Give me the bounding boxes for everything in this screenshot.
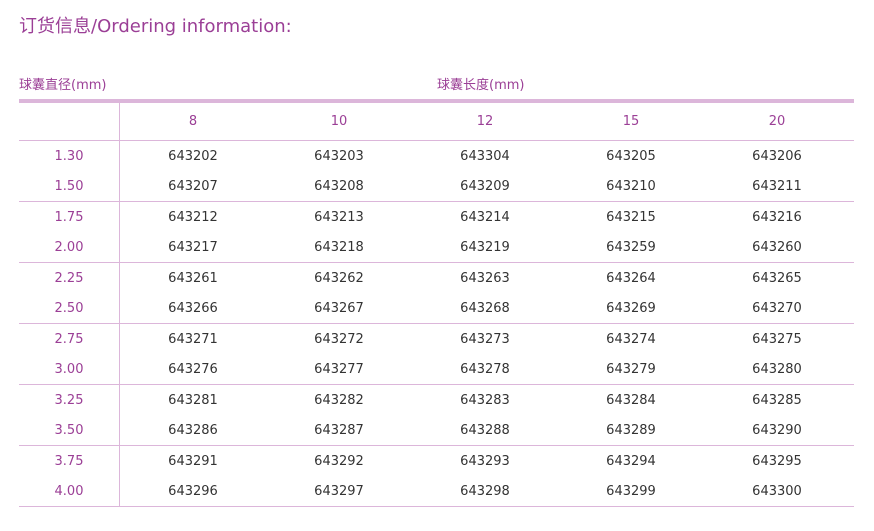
part-number-cell: 643296	[168, 483, 218, 499]
ordering-table: 8 10 12 15 20 1.30 643202 643203 643304 …	[19, 103, 854, 507]
part-number-cell: 643202	[168, 148, 218, 164]
part-number-cell: 643281	[168, 392, 218, 408]
page-title: 订货信息/Ordering information:	[19, 16, 292, 37]
length-label: 球囊长度(mm)	[437, 78, 525, 93]
table-row: 3.50 643286 643287 643288 643289 643290	[19, 415, 854, 446]
diameter-cell: 3.25	[19, 385, 120, 415]
part-number-cell: 643298	[460, 483, 510, 499]
diameter-cell: 1.75	[19, 202, 120, 232]
part-number-cell: 643280	[752, 361, 802, 377]
part-number-cell: 643261	[168, 270, 218, 286]
part-number-cell: 643219	[460, 239, 510, 255]
part-number-cell: 643207	[168, 178, 218, 194]
part-number-cell: 643264	[606, 270, 656, 286]
part-number-cell: 643291	[168, 453, 218, 469]
part-number-cell: 643211	[752, 178, 802, 194]
diameter-cell: 1.50	[19, 171, 120, 201]
part-number-cell: 643293	[460, 453, 510, 469]
part-number-cell: 643287	[314, 422, 364, 438]
part-number-cell: 643290	[752, 422, 802, 438]
diameter-label: 球囊直径(mm)	[19, 78, 107, 93]
part-number-cell: 643286	[168, 422, 218, 438]
part-number-cell: 643294	[606, 453, 656, 469]
part-number-cell: 643292	[314, 453, 364, 469]
table-row: 3.25 643281 643282 643283 643284 643285	[19, 385, 854, 415]
diameter-cell: 4.00	[19, 476, 120, 506]
part-number-cell: 643279	[606, 361, 656, 377]
table-row: 4.00 643296 643297 643298 643299 643300	[19, 476, 854, 507]
part-number-cell: 643300	[752, 483, 802, 499]
part-number-cell: 643217	[168, 239, 218, 255]
part-number-cell: 643278	[460, 361, 510, 377]
part-number-cell: 643304	[460, 148, 510, 164]
part-number-cell: 643299	[606, 483, 656, 499]
part-number-cell: 643205	[606, 148, 656, 164]
header-length-cell: 10	[330, 114, 348, 129]
table-row: 3.75 643291 643292 643293 643294 643295	[19, 446, 854, 476]
part-number-cell: 643297	[314, 483, 364, 499]
table-header-row: 8 10 12 15 20	[19, 103, 854, 141]
part-number-cell: 643265	[752, 270, 802, 286]
part-number-cell: 643216	[752, 209, 802, 225]
part-number-cell: 643215	[606, 209, 656, 225]
part-number-cell: 643271	[168, 331, 218, 347]
part-number-cell: 643273	[460, 331, 510, 347]
diameter-cell: 3.50	[19, 415, 120, 445]
part-number-cell: 643206	[752, 148, 802, 164]
part-number-cell: 643276	[168, 361, 218, 377]
part-number-cell: 643210	[606, 178, 656, 194]
part-number-cell: 643218	[314, 239, 364, 255]
table-row: 1.75 643212 643213 643214 643215 643216	[19, 202, 854, 232]
part-number-cell: 643212	[168, 209, 218, 225]
part-number-cell: 643288	[460, 422, 510, 438]
part-number-cell: 643262	[314, 270, 364, 286]
part-number-cell: 643269	[606, 300, 656, 316]
diameter-cell: 2.25	[19, 263, 120, 293]
header-length-cell: 8	[188, 114, 198, 129]
table-row: 3.00 643276 643277 643278 643279 643280	[19, 354, 854, 385]
diameter-cell: 1.30	[19, 141, 120, 171]
diameter-cell: 3.00	[19, 354, 120, 384]
table-row: 2.25 643261 643262 643263 643264 643265	[19, 263, 854, 293]
diameter-cell: 2.00	[19, 232, 120, 262]
table-row: 1.50 643207 643208 643209 643210 643211	[19, 171, 854, 202]
header-corner-cell	[19, 103, 120, 140]
part-number-cell: 643284	[606, 392, 656, 408]
part-number-cell: 643275	[752, 331, 802, 347]
part-number-cell: 643203	[314, 148, 364, 164]
part-number-cell: 643263	[460, 270, 510, 286]
diameter-cell: 3.75	[19, 446, 120, 476]
table-row: 2.75 643271 643272 643273 643274 643275	[19, 324, 854, 354]
part-number-cell: 643295	[752, 453, 802, 469]
header-length-cell: 20	[768, 114, 786, 129]
part-number-cell: 643272	[314, 331, 364, 347]
header-length-cell: 15	[622, 114, 640, 129]
part-number-cell: 643277	[314, 361, 364, 377]
part-number-cell: 643208	[314, 178, 364, 194]
part-number-cell: 643266	[168, 300, 218, 316]
part-number-cell: 643285	[752, 392, 802, 408]
table-row: 1.30 643202 643203 643304 643205 643206	[19, 141, 854, 171]
part-number-cell: 643282	[314, 392, 364, 408]
diameter-cell: 2.50	[19, 293, 120, 323]
part-number-cell: 643214	[460, 209, 510, 225]
diameter-cell: 2.75	[19, 324, 120, 354]
part-number-cell: 643267	[314, 300, 364, 316]
table-row: 2.50 643266 643267 643268 643269 643270	[19, 293, 854, 324]
part-number-cell: 643283	[460, 392, 510, 408]
header-length-cell: 12	[476, 114, 494, 129]
part-number-cell: 643260	[752, 239, 802, 255]
part-number-cell: 643289	[606, 422, 656, 438]
part-number-cell: 643209	[460, 178, 510, 194]
part-number-cell: 643270	[752, 300, 802, 316]
part-number-cell: 643268	[460, 300, 510, 316]
part-number-cell: 643259	[606, 239, 656, 255]
table-row: 2.00 643217 643218 643219 643259 643260	[19, 232, 854, 263]
part-number-cell: 643213	[314, 209, 364, 225]
part-number-cell: 643274	[606, 331, 656, 347]
